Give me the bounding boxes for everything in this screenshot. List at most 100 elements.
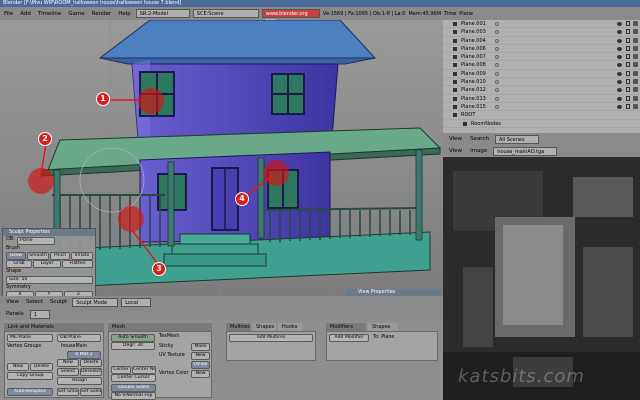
modifiers-panel: Add Modifier To: Plane <box>326 331 438 361</box>
screen-selector[interactable]: SR:2-Model <box>135 9 190 18</box>
outliner-row[interactable]: Plane.006 <box>443 45 640 54</box>
sculpt-properties-title[interactable]: Sculpt Properties <box>3 229 95 236</box>
uvtex-new[interactable]: New <box>191 352 210 360</box>
vgroup-delete[interactable]: Delete <box>30 363 53 371</box>
image-file-field[interactable]: house_mainAO.tga <box>493 146 558 156</box>
multires-panel: Add Multires <box>226 331 316 361</box>
menu-add[interactable]: Add <box>18 11 33 17</box>
brush-grab[interactable]: Grab <box>6 260 32 268</box>
set-smooth-button[interactable]: Set Smoot <box>57 388 79 396</box>
material-assign[interactable]: Assign <box>57 377 102 385</box>
material-new[interactable]: New <box>57 359 79 367</box>
mode-select[interactable]: Sculpt Mode <box>72 297 119 307</box>
material-select[interactable]: Select <box>57 368 79 376</box>
brush-size-slider[interactable]: Size: 50 <box>6 276 93 284</box>
blender-url[interactable]: www.blender.org 243 <box>261 9 320 25</box>
brush-pinch[interactable]: Pinch <box>50 252 70 260</box>
vcol-new[interactable]: New <box>191 370 210 378</box>
no-vnormal-flip-button[interactable]: No V.Normal Flip <box>111 392 156 400</box>
autotexspace-button[interactable]: AutoTexSpace <box>7 388 53 396</box>
add-modifier-button[interactable]: Add Modifier <box>329 334 369 342</box>
image-editor-view[interactable] <box>443 157 640 400</box>
outliner-scenes-select[interactable]: All Scenes <box>494 134 539 144</box>
tab-modifier-shapes[interactable]: Shapes <box>368 323 398 331</box>
material-delete[interactable]: Delete <box>80 359 102 367</box>
outliner-row[interactable]: Plane.009 <box>443 70 640 79</box>
center-new-button[interactable]: Center New <box>132 366 156 374</box>
sculpt-ob-field[interactable]: Plane <box>17 237 55 245</box>
brush-flatten[interactable]: Flatten <box>62 260 93 268</box>
outliner-row-roomnodes[interactable]: RoomNodes <box>443 120 640 128</box>
outliner-row[interactable]: Plane.001 <box>443 20 640 29</box>
brush-draw[interactable]: Draw <box>6 252 26 260</box>
me-field[interactable]: ME:Plane <box>7 334 53 342</box>
brush-smooth[interactable]: Smooth <box>27 252 49 260</box>
center-button[interactable]: Center <box>111 366 131 374</box>
link-materials-tab[interactable]: Link and Materials <box>4 323 104 331</box>
outliner-header: View Search All Scenes <box>443 133 640 145</box>
image-editor-header: View Image house_mainAO.tga <box>443 145 640 157</box>
tab-modifiers[interactable]: Modifiers <box>326 323 366 331</box>
outliner-row[interactable]: Plane.004 <box>443 37 640 45</box>
tab-hooks[interactable]: Hooks <box>278 323 302 331</box>
outliner-search-menu[interactable]: Search <box>468 136 491 142</box>
vgroup-new[interactable]: New <box>7 363 29 371</box>
ob-field[interactable]: OB:Plane <box>57 334 101 342</box>
view-properties-tab[interactable]: View Properties <box>346 289 442 296</box>
menu-render[interactable]: Render <box>90 11 114 17</box>
menu-file[interactable]: File <box>2 11 15 17</box>
outliner-row[interactable]: Plane.013 <box>443 95 640 103</box>
view3d-select-menu[interactable]: Select <box>24 299 45 305</box>
sculpt-shape-label: Shape <box>6 269 22 274</box>
image-view-menu[interactable]: View <box>447 148 464 154</box>
memory-readout: Mem:45.96M <box>408 10 442 17</box>
view3d-sculpt-menu[interactable]: Sculpt <box>48 299 69 305</box>
outliner-row[interactable]: Plane.010 <box>443 78 640 87</box>
scene-stats: Ve:1569 | Fa:1065 | Ob:1-8 | La:0 <box>322 10 406 17</box>
center-cursor-button[interactable]: Center Cursor <box>111 374 156 382</box>
modifier-target-label: To: Plane <box>373 335 395 340</box>
brush-inflate[interactable]: Inflate <box>71 252 93 260</box>
degr-field[interactable]: Degr: 30 <box>111 342 155 350</box>
outliner-view-menu[interactable]: View <box>447 136 464 142</box>
material-slot[interactable]: 0 Mat 2 <box>67 351 101 359</box>
pivot-select[interactable]: Local <box>121 297 152 307</box>
brush-layer[interactable]: Layer <box>33 260 61 268</box>
tab-shapes[interactable]: Shapes <box>252 323 276 331</box>
sculpt-symmetry-label: Symmetry <box>6 285 31 290</box>
uvtex-slot[interactable]: UVTex <box>191 361 210 369</box>
3d-view-header: View Select Sculpt Sculpt Mode Local <box>0 296 443 308</box>
ao-texture <box>443 157 640 400</box>
menu-game[interactable]: Game <box>66 11 86 17</box>
auto-smooth-button[interactable]: Auto Smooth <box>111 334 155 342</box>
mesh-tab[interactable]: Mesh <box>108 323 212 331</box>
time-readout: Time <box>444 10 457 17</box>
vertex-groups-label: Vertex Groups <box>7 344 42 349</box>
link-materials-panel: ME:Plane OB:Plane Vertex Groups houseMai… <box>4 331 104 398</box>
outliner-row-root[interactable]: ROOT <box>443 111 640 120</box>
tab-multires[interactable]: Multires <box>226 323 250 331</box>
scene-selector[interactable]: SCE:Scene <box>192 9 259 18</box>
outliner-row[interactable]: Plane.008 <box>443 61 640 70</box>
double-sided-button[interactable]: Double Sided <box>111 384 156 392</box>
outliner-row[interactable]: Plane.003 <box>443 28 640 37</box>
menu-help[interactable]: Help <box>116 11 133 17</box>
callout-1: 1 <box>96 92 110 106</box>
copy-group-button[interactable]: Copy Group <box>7 372 53 380</box>
outliner-row[interactable]: Plane.012 <box>443 86 640 95</box>
set-solid-button[interactable]: Set Solid <box>80 388 102 396</box>
material-deselect[interactable]: Deselect <box>80 368 102 376</box>
sculpt-properties-panel: Sculpt Properties OB: Plane Brush Draw S… <box>2 228 96 299</box>
view3d-view-menu[interactable]: View <box>4 299 21 305</box>
image-image-menu[interactable]: Image <box>468 148 489 154</box>
menu-timeline[interactable]: Timeline <box>36 11 63 17</box>
outliner-row[interactable]: Plane.015 <box>443 103 640 112</box>
callout-2: 2 <box>38 132 52 146</box>
vertex-color-label: Vertex Color <box>159 371 189 376</box>
sticky-make[interactable]: Make <box>191 343 210 351</box>
callout-3: 3 <box>152 262 166 276</box>
outliner-row[interactable]: Plane.007 <box>443 53 640 62</box>
frame-field[interactable]: 1 <box>29 309 50 319</box>
add-multires-button[interactable]: Add Multires <box>229 334 313 342</box>
panels-menu[interactable]: Panels <box>4 311 26 317</box>
